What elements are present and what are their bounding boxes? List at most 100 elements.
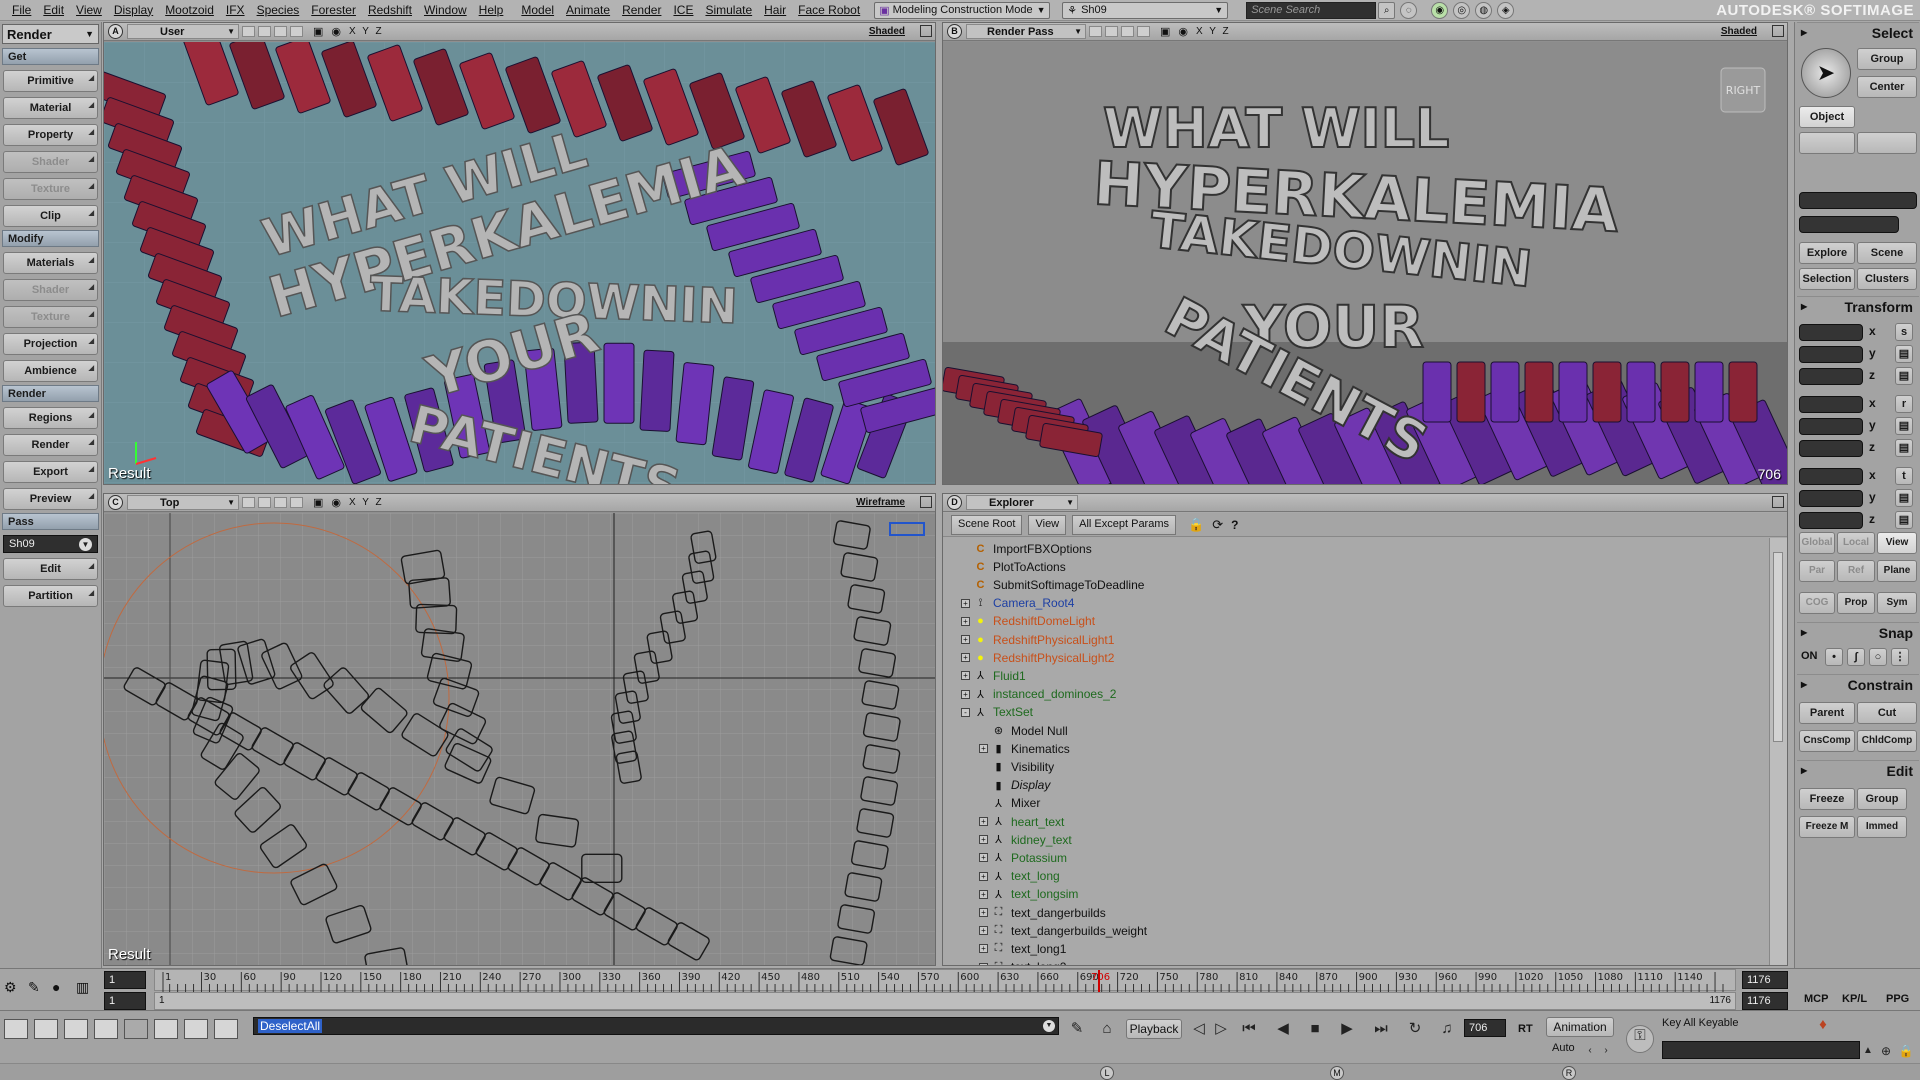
keying-set-field[interactable]	[1662, 1041, 1860, 1059]
modify-materials-button[interactable]: Materials ◢	[3, 252, 98, 274]
modify-texture-button[interactable]: Texture ◢	[3, 306, 98, 328]
key-icon[interactable]: ▤	[1895, 489, 1913, 507]
key-marker-icon[interactable]: ♦	[1814, 1015, 1832, 1035]
menu-help[interactable]: Help	[473, 0, 510, 21]
timeline-ruler[interactable]: 1 30 60 90 120 150 180 210 240 270 300 330 360 390 420…	[154, 969, 1736, 992]
transform-value-field[interactable]	[1799, 368, 1863, 385]
viewport-b-canvas[interactable]: WHAT WILL HYPERKALEMIA TAKEDOWNIN YOUR P…	[943, 42, 1787, 484]
expand-toggle-icon[interactable]: +	[961, 671, 970, 681]
modify-shader-button[interactable]: Shader ◢	[3, 279, 98, 301]
key-lock-icon[interactable]: ⊕	[1878, 1041, 1894, 1061]
pass-edit-button[interactable]: Edit ◢	[3, 558, 98, 580]
auto-key-toggle[interactable]: Auto	[1552, 1042, 1575, 1054]
get-material-button[interactable]: Material ◢	[3, 97, 98, 119]
lock-icon[interactable]: 🔒	[1188, 517, 1204, 533]
chevron-up-icon[interactable]: ▲	[1862, 1041, 1874, 1061]
get-texture-button[interactable]: Texture ◢	[3, 178, 98, 200]
menu-hair[interactable]: Hair	[758, 0, 792, 21]
viewport-b-camera-menu[interactable]: Render Pass ▼	[966, 24, 1086, 39]
tree-row[interactable]: + ● RedshiftDomeLight	[961, 613, 1095, 630]
tree-row[interactable]: ⅄ Mixer	[979, 795, 1040, 812]
viewport-memo-button[interactable]	[242, 26, 255, 37]
ppg-tab[interactable]: PPG	[1886, 993, 1909, 1005]
viewport-a-letter[interactable]: A	[108, 24, 123, 39]
edit-header[interactable]: ▶ Edit	[1797, 760, 1919, 780]
expand-toggle-icon[interactable]: +	[979, 853, 988, 863]
select-filter-button[interactable]	[1799, 132, 1855, 154]
key-icon[interactable]: ▤	[1895, 511, 1913, 529]
expand-toggle-icon[interactable]: +	[961, 653, 970, 663]
menu-file[interactable]: File	[6, 0, 37, 21]
render-pass-icon[interactable]: ◍	[1475, 1, 1493, 19]
end-frame-field[interactable]: 1176	[1742, 971, 1788, 989]
last-frame-icon[interactable]: ⏭	[1370, 1019, 1392, 1039]
viewport-a-canvas[interactable]: WHAT WILL HYPERKALEMIA TAKEDOWNIN YOUR P…	[104, 42, 935, 484]
filter-button[interactable]: All Except Params	[1072, 514, 1177, 535]
padlock-icon[interactable]: 🔒	[1898, 1041, 1914, 1061]
panel-icon[interactable]: ▥	[76, 979, 96, 999]
audio-icon[interactable]: ♫	[1436, 1019, 1458, 1039]
transform-value-field[interactable]	[1799, 468, 1863, 485]
transform-mode-button[interactable]: r	[1895, 395, 1913, 413]
view-button[interactable]: View	[1877, 532, 1917, 554]
layout-bottom-icon[interactable]	[64, 1019, 88, 1039]
tree-row[interactable]: C ImportFBXOptions	[961, 540, 1092, 557]
refresh-icon[interactable]: ◌	[1400, 1, 1418, 19]
menu-model[interactable]: Model	[515, 0, 560, 21]
script-editor-icon[interactable]: ✎	[1066, 1019, 1088, 1039]
expand-toggle-icon[interactable]: +	[979, 871, 988, 881]
tree-row[interactable]: + ⅄ kidney_text	[979, 831, 1072, 848]
menu-render[interactable]: Render	[616, 0, 667, 21]
camera-icon[interactable]: ▣	[1160, 25, 1170, 38]
layout-tool-icon[interactable]: ⚙	[4, 979, 24, 999]
expand-toggle-icon[interactable]: +	[979, 744, 988, 754]
timeline-range-slider[interactable]: 1 1176	[154, 992, 1736, 1010]
key-icon[interactable]: ▤	[1895, 417, 1913, 435]
mcp-tab[interactable]: MCP	[1804, 993, 1828, 1005]
stop-icon[interactable]: ■	[1304, 1019, 1326, 1039]
menu-view[interactable]: View	[70, 0, 108, 21]
prev-arrow-icon[interactable]: ‹	[1584, 1041, 1596, 1061]
range-end-field[interactable]: 1176	[1742, 992, 1788, 1010]
start-frame-field[interactable]: 1	[104, 971, 146, 989]
cnscomp-button[interactable]: CnsComp	[1799, 730, 1855, 752]
menu-animate[interactable]: Animate	[560, 0, 616, 21]
section-modify-header[interactable]: Modify	[2, 230, 99, 247]
snap-on-toggle[interactable]: ON	[1801, 650, 1818, 662]
cut-button[interactable]: Cut	[1857, 702, 1917, 724]
transform-value-field[interactable]	[1799, 440, 1863, 457]
sphere-icon[interactable]: ●	[52, 979, 72, 999]
range-start-field[interactable]: 1	[104, 992, 146, 1010]
tree-row[interactable]: C SubmitSoftimageToDeadline	[961, 576, 1145, 593]
viewport-memo-button[interactable]	[258, 26, 271, 37]
layout-left-icon[interactable]	[94, 1019, 118, 1039]
layout-top-icon[interactable]	[34, 1019, 58, 1039]
get-property-button[interactable]: Property ◢	[3, 124, 98, 146]
par-button[interactable]: Par	[1799, 560, 1835, 582]
global-button[interactable]: Global	[1799, 532, 1835, 554]
tree-row[interactable]: + ⟟ Camera_Root4	[961, 595, 1074, 612]
scene-button[interactable]: Scene	[1857, 242, 1917, 264]
snap-curves-icon[interactable]: ∫	[1847, 648, 1865, 666]
layout-custom-icon[interactable]	[214, 1019, 238, 1039]
constrain-header[interactable]: ▶ Constrain	[1797, 674, 1919, 694]
help-icon[interactable]: ?	[1231, 518, 1238, 532]
tree-row[interactable]: ⊛ Model Null	[979, 722, 1068, 739]
maximize-icon[interactable]	[920, 496, 932, 508]
playback-button[interactable]: Playback	[1126, 1019, 1182, 1039]
get-primitive-button[interactable]: Primitive ◢	[3, 70, 98, 92]
camera-icon[interactable]: ▣	[313, 25, 323, 38]
current-frame-field[interactable]: 706	[1464, 1019, 1506, 1037]
next-key-icon[interactable]: ▷	[1210, 1019, 1232, 1039]
prop-button[interactable]: Prop	[1837, 592, 1875, 614]
transform-value-field[interactable]	[1799, 324, 1863, 341]
ref-button[interactable]: Ref	[1837, 560, 1875, 582]
menu-species[interactable]: Species	[251, 0, 306, 21]
viewport-memo-button[interactable]	[290, 497, 303, 508]
tree-row[interactable]: + ⅄ Fluid1	[961, 667, 1026, 684]
tree-row[interactable]: + ⅄ Potassium	[979, 849, 1067, 866]
tree-row[interactable]: + ⛶ text_long1	[979, 940, 1066, 957]
maximize-icon[interactable]	[1772, 25, 1784, 37]
loop-icon[interactable]: ↻	[1404, 1019, 1426, 1039]
render-render-button[interactable]: Render ◢	[3, 434, 98, 456]
